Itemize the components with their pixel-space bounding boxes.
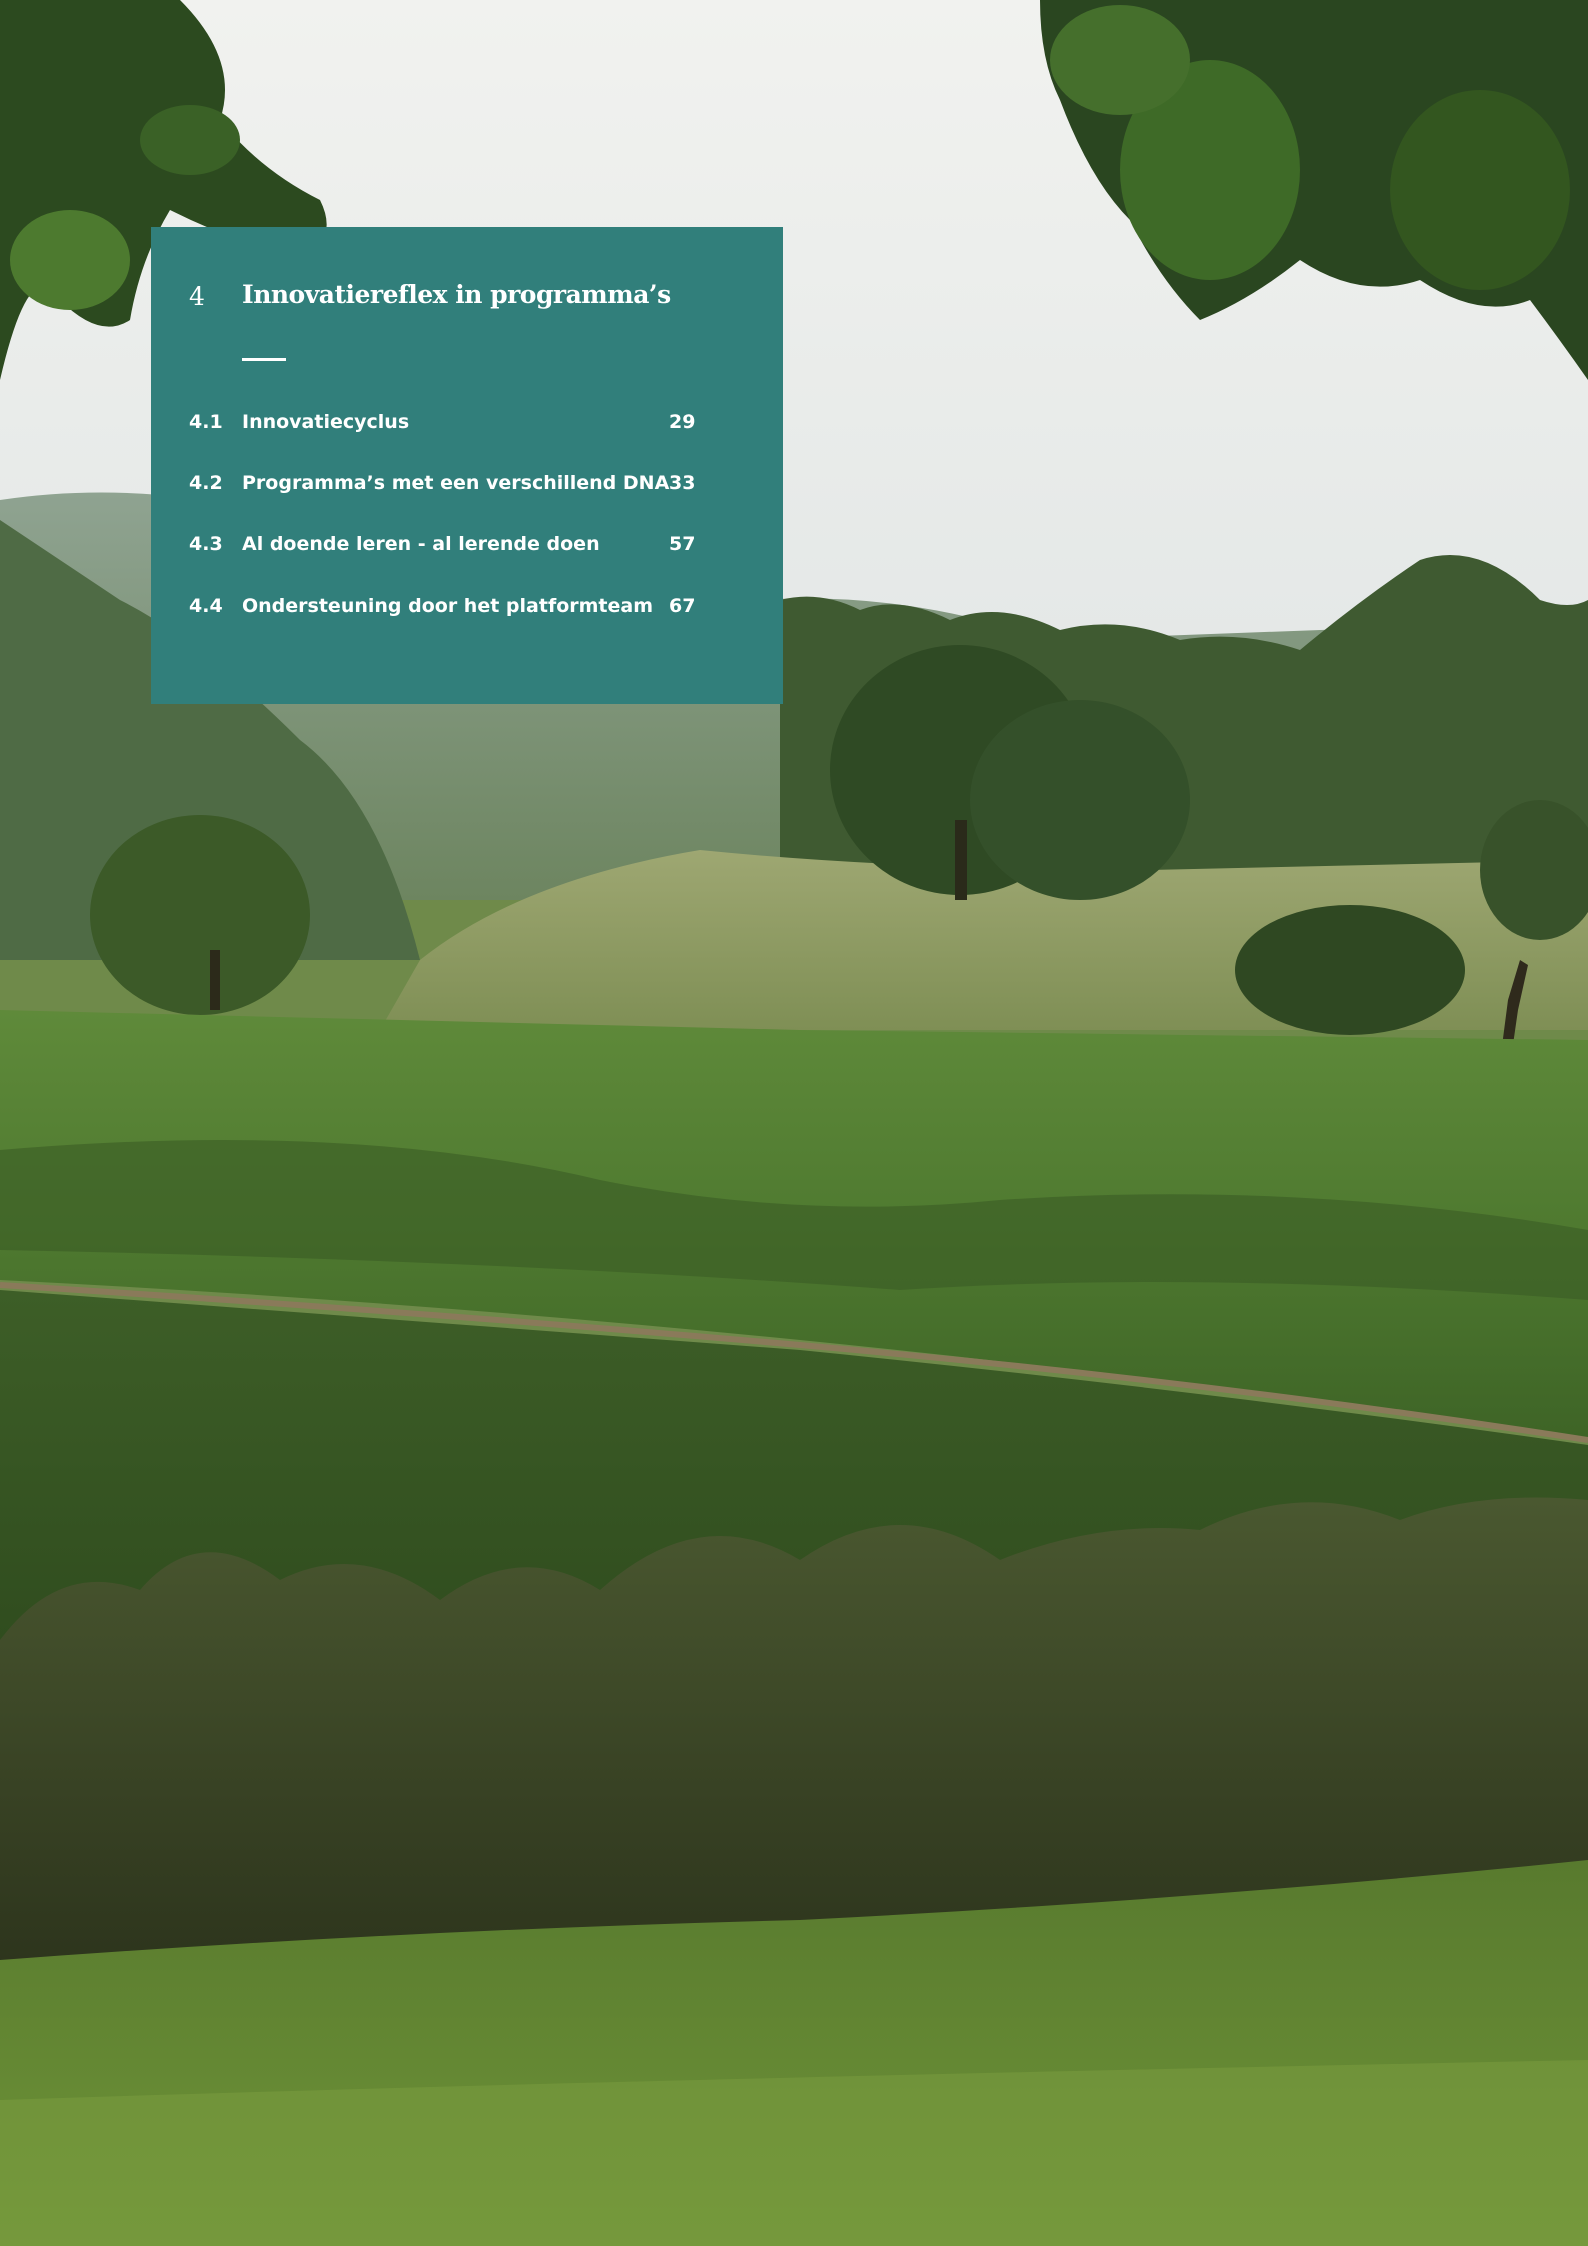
toc-entry-page: 33 [669, 472, 696, 494]
chapter-number: 4 [189, 282, 205, 311]
toc-entry-number: 4.1 [189, 411, 223, 433]
toc-entry[interactable]: 4.2 Programma’s met een verschillend DNA… [189, 468, 749, 498]
toc-entry-page: 57 [669, 533, 696, 555]
toc-entry[interactable]: 4.3 Al doende leren - al lerende doen 57 [189, 529, 749, 559]
toc-entry[interactable]: 4.1 Innovatiecyclus 29 [189, 407, 749, 437]
toc-entry-number: 4.4 [189, 595, 223, 617]
toc-entry-number: 4.3 [189, 533, 223, 555]
toc-entry-number: 4.2 [189, 472, 223, 494]
toc-entry-page: 29 [669, 411, 696, 433]
toc-entry[interactable]: 4.4 Ondersteuning door het platformteam … [189, 591, 749, 621]
toc-entry-title: Al doende leren - al lerende doen [242, 533, 600, 555]
toc-entry-title: Ondersteuning door het platformteam [242, 595, 654, 617]
document-page: 4 Innovatiereflex in programma’s 4.1 Inn… [0, 0, 1588, 2246]
chapter-title: Innovatiereflex in programma’s [242, 280, 671, 309]
toc-entry-title: Programma’s met een verschillend DNA [242, 472, 670, 494]
toc-entry-page: 67 [669, 595, 696, 617]
table-of-contents-panel: 4 Innovatiereflex in programma’s 4.1 Inn… [151, 227, 783, 704]
title-divider [242, 358, 286, 361]
toc-entry-title: Innovatiecyclus [242, 411, 410, 433]
